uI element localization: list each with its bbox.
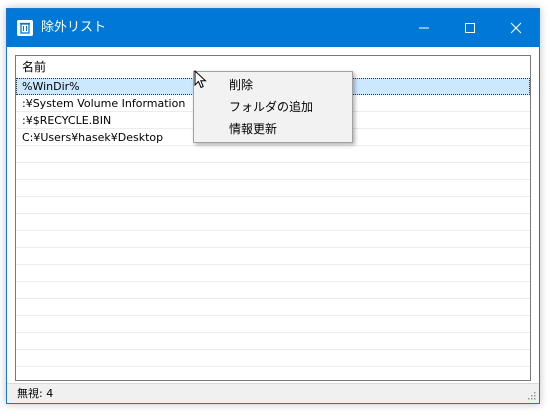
menu-item-label: フォルダの追加: [229, 100, 314, 114]
context-menu: 削除 フォルダの追加 情報更新: [193, 71, 353, 143]
list-item-label: %WinDir%: [22, 80, 80, 93]
empty-row: [16, 265, 530, 282]
mouse-cursor-icon: [194, 70, 207, 89]
empty-row: [16, 197, 530, 214]
close-icon: [510, 22, 522, 34]
menu-item-add-folder[interactable]: フォルダの追加: [196, 96, 350, 118]
menu-item-refresh[interactable]: 情報更新: [196, 118, 350, 140]
empty-row: [16, 214, 530, 231]
empty-row: [16, 163, 530, 180]
menu-item-delete[interactable]: 削除: [196, 74, 350, 96]
title-bar[interactable]: 除外リスト: [7, 9, 539, 47]
minimize-button[interactable]: [401, 9, 447, 47]
empty-row: [16, 333, 530, 350]
empty-row: [16, 231, 530, 248]
empty-row: [16, 180, 530, 197]
close-button[interactable]: [493, 9, 539, 47]
exclusion-list-window: 除外リスト 名前 %WinDir% :¥System Volume Inform…: [6, 8, 540, 404]
ignored-count: 無視: 4: [17, 387, 54, 400]
list-item-label: C:¥Users¥hasek¥Desktop: [22, 131, 164, 144]
menu-item-label: 削除: [229, 78, 254, 92]
empty-row: [16, 367, 530, 380]
maximize-button[interactable]: [447, 9, 493, 47]
resize-grip-icon[interactable]: [526, 390, 536, 400]
empty-row: [16, 350, 530, 367]
list-item-label: :¥$RECYCLE.BIN: [22, 114, 112, 127]
empty-row: [16, 248, 530, 265]
status-bar: 無視: 4: [7, 383, 539, 403]
empty-row: [16, 316, 530, 333]
recycle-bin-icon: [17, 20, 33, 36]
empty-row: [16, 146, 530, 163]
empty-row: [16, 299, 530, 316]
window-title: 除外リスト: [41, 20, 107, 35]
list-item-label: :¥System Volume Information: [22, 97, 186, 110]
column-header-label: 名前: [22, 60, 47, 74]
maximize-icon: [465, 23, 475, 33]
empty-row: [16, 282, 530, 299]
menu-item-label: 情報更新: [229, 122, 278, 136]
minimize-icon: [419, 27, 429, 29]
